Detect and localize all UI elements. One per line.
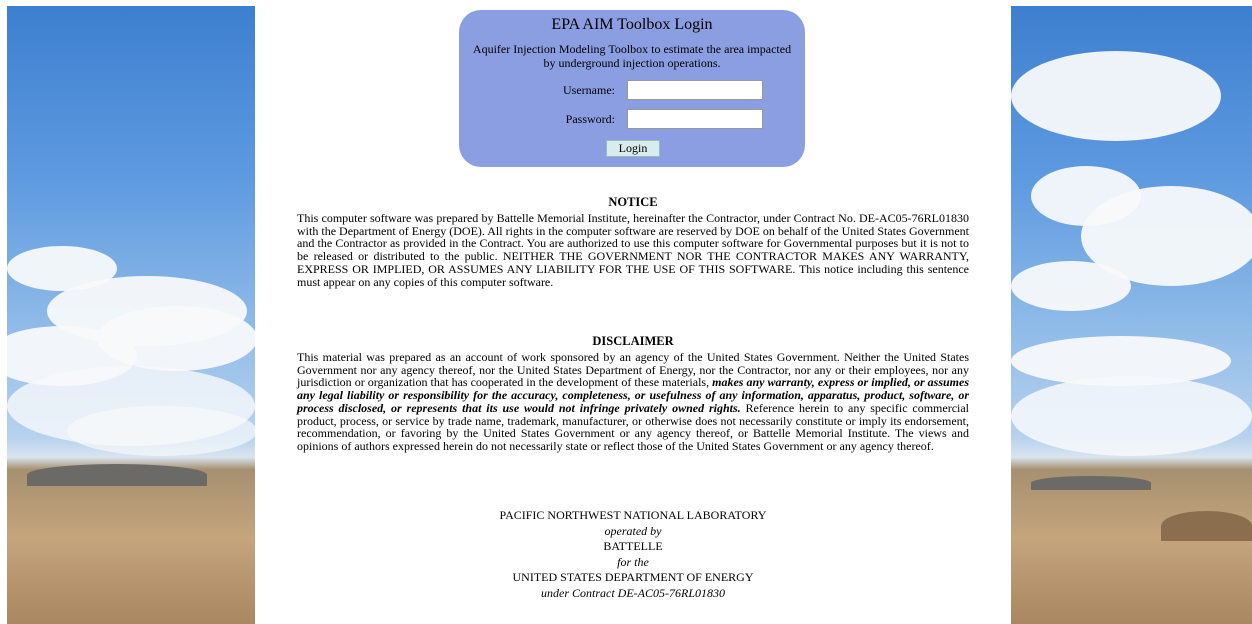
footer-doe: UNITED STATES DEPARTMENT OF ENERGY: [512, 570, 754, 584]
password-input[interactable]: [627, 109, 763, 129]
username-label: Username:: [563, 83, 615, 97]
footer-for-the: for the: [617, 554, 649, 569]
disclaimer-heading: DISCLAIMER: [592, 334, 674, 348]
lab-credits: PACIFIC NORTHWEST NATIONAL LABORATORY op…: [255, 508, 1011, 601]
right-landscape-image: [1011, 6, 1252, 624]
login-panel: EPA AIM Toolbox Login Aquifer Injection …: [459, 10, 805, 167]
footer-battelle: BATTELLE: [603, 539, 663, 553]
left-landscape-image: [7, 6, 255, 624]
disclaimer-text: This material was prepared as an account…: [297, 351, 969, 453]
footer-contract: under Contract DE-AC05-76RL01830: [541, 585, 725, 600]
footer-operated-by: operated by: [604, 523, 662, 538]
login-title: EPA AIM Toolbox Login: [551, 16, 713, 33]
password-label: Password:: [565, 112, 615, 126]
main-content: EPA AIM Toolbox Login Aquifer Injection …: [255, 0, 1011, 624]
footer-lab-name: PACIFIC NORTHWEST NATIONAL LABORATORY: [499, 508, 767, 522]
username-input[interactable]: [627, 80, 763, 100]
notice-heading: NOTICE: [608, 195, 658, 209]
notice-text: This computer software was prepared by B…: [297, 211, 969, 289]
login-subtitle: Aquifer Injection Modeling Toolbox to es…: [472, 42, 792, 70]
login-button[interactable]: Login: [606, 140, 660, 157]
